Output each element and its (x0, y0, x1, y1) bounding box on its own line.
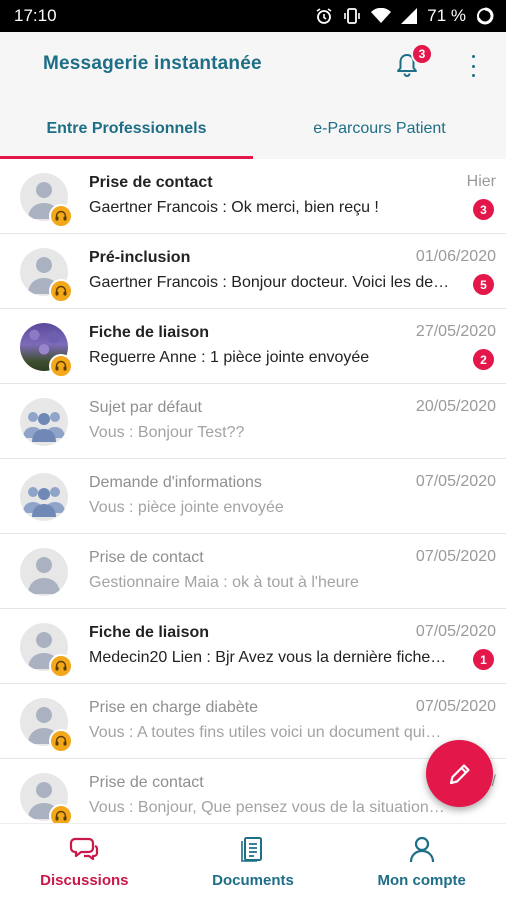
account-icon (409, 836, 434, 863)
conversation-title: Sujet par défaut (89, 399, 202, 416)
nav-discussions-label: Discussions (40, 872, 129, 889)
conversation-preview: Gestionnaire Maia : ok à tout à l'heure (89, 574, 359, 591)
unread-count-badge: 1 (473, 649, 494, 670)
conversation-preview: Reguerre Anne : 1 pièce jointe envoyée (89, 349, 370, 366)
notification-count-badge: 3 (411, 43, 433, 65)
conversation-date: 20/05/2020 (415, 398, 496, 415)
app-bar: Messagerie instantanée 3 (0, 32, 506, 98)
conversation-preview: Vous : A toutes fins utiles voici un doc… (89, 724, 442, 741)
conversation-row[interactable]: Sujet par défaut 20/05/2020 Vous : Bonjo… (0, 384, 506, 459)
conversation-row[interactable]: Pré-inclusion 01/06/2020 Gaertner Franco… (0, 234, 506, 309)
status-time: 17:10 (14, 6, 57, 25)
battery-percent: 71 % (427, 6, 466, 25)
conversation-row[interactable]: Prise en charge diabète 07/05/2020 Vous … (0, 684, 506, 759)
wifi-icon (371, 8, 392, 23)
conversation-list: Prise de contact Hier Gaertner Francois … (0, 159, 506, 823)
headset-icon (49, 804, 73, 823)
bottom-navigation: Discussions Documents Mon compte (0, 823, 506, 900)
conversation-title: Pré-inclusion (89, 249, 191, 266)
person-icon (28, 557, 60, 594)
page-title: Messagerie instantanée (43, 53, 262, 74)
document-icon (241, 837, 262, 862)
conversation-row[interactable]: Fiche de liaison 27/05/2020 Reguerre Ann… (0, 309, 506, 384)
tab-e-parcours-patient[interactable]: e-Parcours Patient (253, 98, 506, 159)
status-bar: 17:10 71 % (0, 0, 506, 32)
unread-count-badge: 5 (473, 274, 494, 295)
headset-icon (49, 279, 73, 303)
new-conversation-button[interactable] (426, 740, 493, 807)
conversation-row[interactable]: Fiche de liaison 07/05/2020 Medecin20 Li… (0, 609, 506, 684)
conversation-date: 07/05/2020 (415, 473, 496, 490)
conversation-preview: Gaertner Francois : Bonjour docteur. Voi… (89, 274, 450, 291)
conversation-date: 07/05/2020 (415, 623, 496, 640)
chat-bubbles-icon (70, 837, 99, 861)
group-icon (23, 487, 65, 517)
headset-icon (49, 354, 73, 378)
conversation-title: Fiche de liaison (89, 324, 210, 341)
group-icon (23, 412, 65, 442)
nav-documents-label: Documents (212, 872, 294, 889)
avatar (20, 548, 68, 596)
conversation-row[interactable]: Prise de contact 07/05/2020 Gestionnaire… (0, 534, 506, 609)
signal-icon (401, 8, 418, 24)
conversation-date: Hier (466, 173, 496, 190)
conversation-title: Prise de contact (89, 174, 213, 191)
conversation-title: Prise de contact (89, 549, 204, 566)
conversation-preview: Vous : Bonjour, Que pensez vous de la si… (89, 799, 445, 816)
conversation-preview: Medecin20 Lien : Bjr Avez vous la derniè… (89, 649, 447, 666)
vibrate-icon (344, 8, 361, 24)
unread-count-badge: 3 (473, 199, 494, 220)
pencil-icon (449, 763, 470, 784)
conversation-date: 07/05/2020 (415, 698, 496, 715)
headset-icon (49, 729, 73, 753)
avatar (20, 398, 68, 446)
conversation-date: 07/05/2020 (415, 548, 496, 565)
conversation-row[interactable]: Prise de contact Hier Gaertner Francois … (0, 159, 506, 234)
headset-icon (49, 204, 73, 228)
more-options-icon[interactable] (463, 55, 483, 77)
conversation-title: Prise en charge diabète (89, 699, 258, 716)
conversation-date: 01/06/2020 (415, 248, 496, 265)
conversation-preview: Vous : Bonjour Test?? (89, 424, 245, 441)
avatar (20, 473, 68, 521)
nav-discussions[interactable]: Discussions (0, 824, 169, 900)
tab-entre-professionnels[interactable]: Entre Professionnels (0, 98, 253, 159)
conversation-date: 27/05/2020 (415, 323, 496, 340)
alarm-icon (316, 8, 332, 24)
conversation-preview: Vous : pièce jointe envoyée (89, 499, 284, 516)
nav-mon-compte[interactable]: Mon compte (337, 824, 506, 900)
tab-bar: Entre Professionnels e-Parcours Patient (0, 98, 506, 159)
conversation-title: Prise de contact (89, 774, 204, 791)
battery-icon (476, 7, 494, 25)
nav-documents[interactable]: Documents (169, 824, 338, 900)
status-icons: 71 % (315, 6, 494, 26)
headset-icon (49, 654, 73, 678)
conversation-preview: Gaertner Francois : Ok merci, bien reçu … (89, 199, 379, 216)
conversation-title: Demande d'informations (89, 474, 262, 491)
unread-count-badge: 2 (473, 349, 494, 370)
conversation-row[interactable]: Demande d'informations 07/05/2020 Vous :… (0, 459, 506, 534)
nav-mon-compte-label: Mon compte (377, 872, 466, 889)
conversation-title: Fiche de liaison (89, 624, 210, 641)
